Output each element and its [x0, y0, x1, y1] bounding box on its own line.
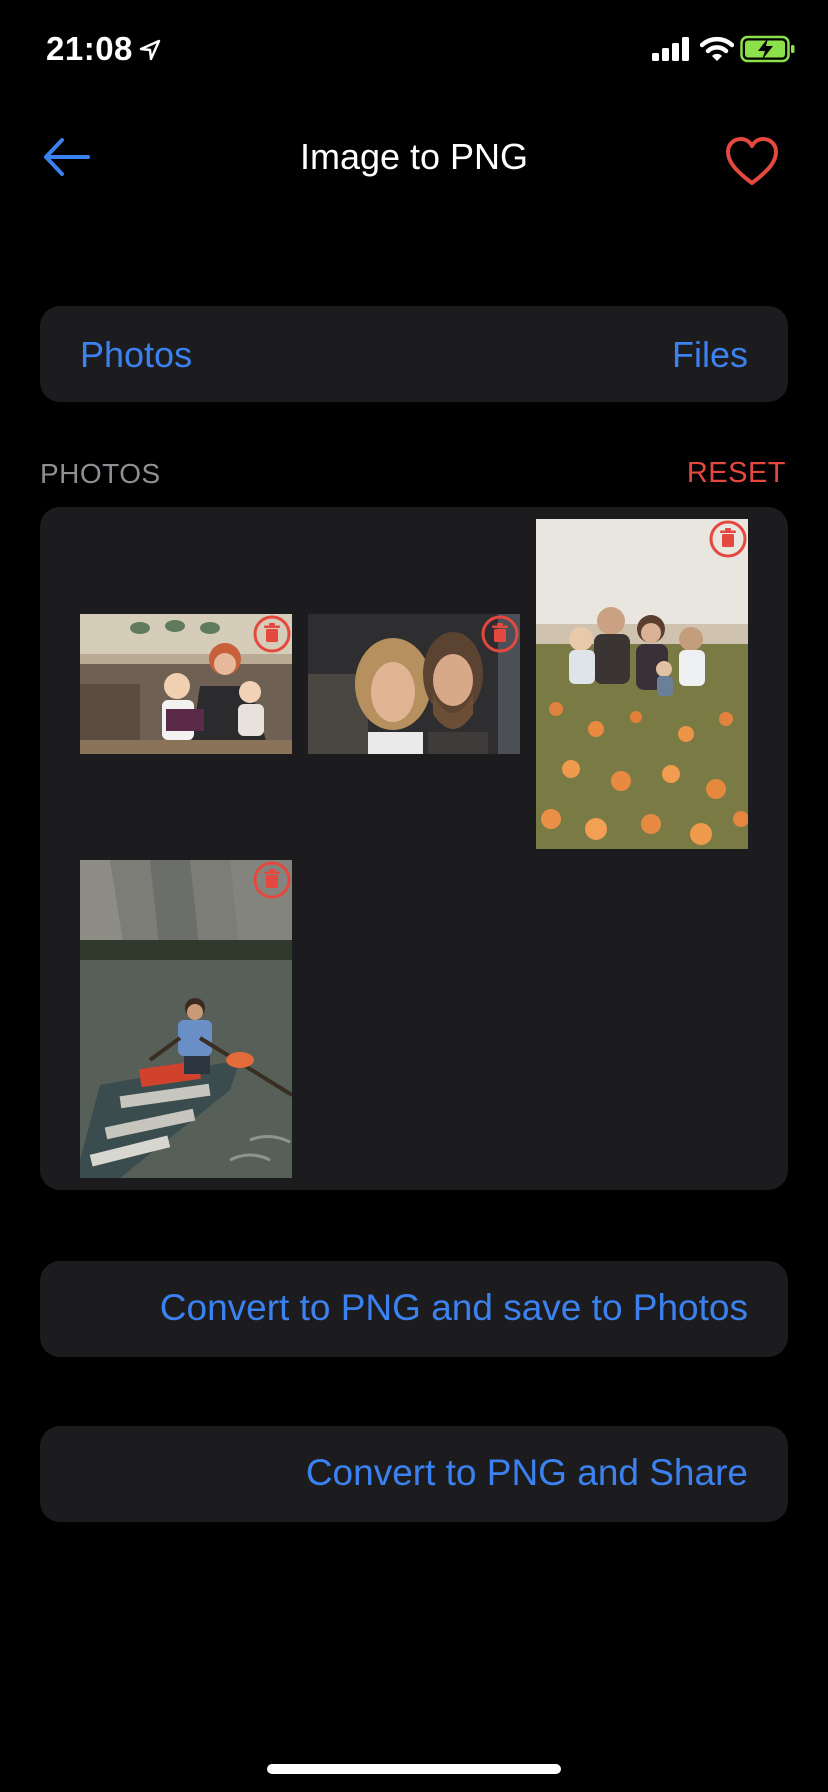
location-arrow-icon	[139, 39, 161, 61]
photo-thumbnail[interactable]	[536, 519, 748, 849]
photos-grid	[40, 507, 788, 1190]
trash-icon[interactable]	[252, 614, 292, 654]
reset-button[interactable]: RESET	[687, 457, 786, 490]
photo-thumbnail[interactable]	[308, 614, 520, 754]
cellular-signal-icon	[652, 37, 689, 61]
photo-image	[536, 519, 748, 849]
favorite-button[interactable]	[724, 136, 780, 188]
status-bar: 21:08	[0, 0, 828, 100]
photo-thumbnail[interactable]	[80, 614, 292, 754]
convert-and-share-label: Convert to PNG and Share	[305, 1452, 748, 1493]
status-time: 21:08	[46, 30, 133, 67]
wifi-icon	[700, 36, 734, 61]
convert-and-save-label: Convert to PNG and save to Photos	[159, 1287, 748, 1328]
source-selector: Photos Files	[40, 306, 788, 402]
trash-icon[interactable]	[480, 614, 520, 654]
convert-and-save-button[interactable]: Convert to PNG and save to Photos	[40, 1261, 788, 1357]
photo-image	[80, 860, 292, 1178]
heart-icon	[726, 137, 778, 185]
photos-section-label: PHOTOS	[40, 458, 161, 489]
photo-thumbnail[interactable]	[80, 860, 292, 1178]
battery-charging-icon	[740, 35, 795, 63]
page-title: Image to PNG	[299, 136, 529, 177]
convert-and-share-button[interactable]: Convert to PNG and Share	[40, 1426, 788, 1522]
photos-source-button[interactable]: Photos	[80, 334, 192, 376]
trash-icon[interactable]	[252, 860, 292, 900]
files-source-button[interactable]: Files	[672, 334, 748, 376]
trash-icon[interactable]	[708, 519, 748, 559]
home-indicator	[267, 1764, 561, 1774]
